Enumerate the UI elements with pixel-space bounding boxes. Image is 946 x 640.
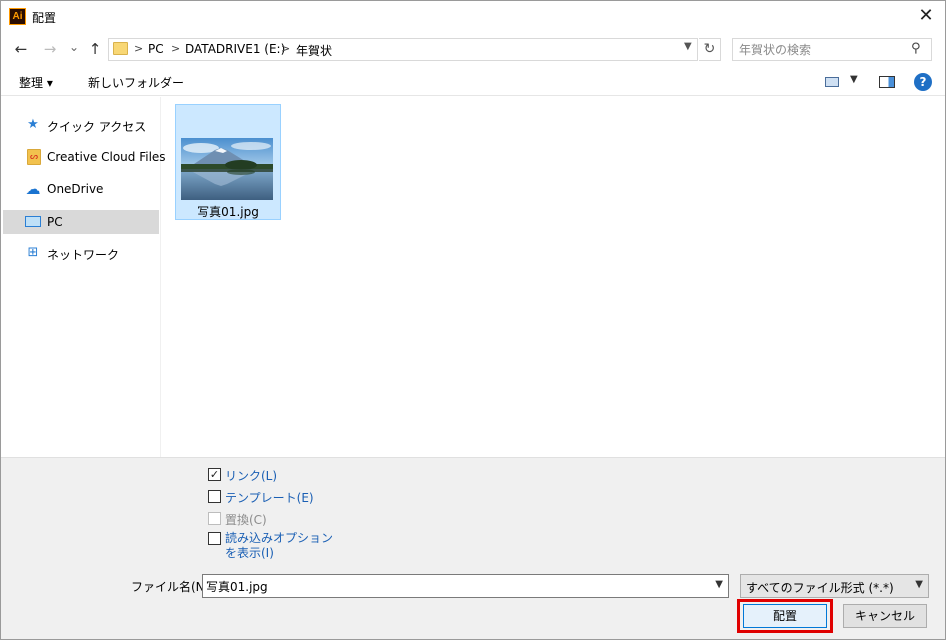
sidebar-item-creative-cloud[interactable]: ᔕ Creative Cloud Files xyxy=(3,145,166,169)
filename-combobox[interactable]: ▼ xyxy=(202,574,729,598)
sidebar-item-pc[interactable]: PC xyxy=(3,210,159,234)
breadcrumb-separator: > xyxy=(281,42,291,55)
sidebar-item-onedrive[interactable]: ☁ OneDrive xyxy=(3,177,159,201)
breadcrumb-separator: > xyxy=(171,42,181,55)
import-options-checkbox[interactable] xyxy=(208,532,221,545)
command-bar: 整理 ▾ 新しいフォルダー ▼ ? xyxy=(1,68,945,96)
forward-button[interactable]: → xyxy=(40,39,60,59)
filetype-select[interactable]: すべてのファイル形式 (*.*) ▼ xyxy=(740,574,929,598)
breadcrumb-separator: > xyxy=(134,42,144,55)
breadcrumb-pc[interactable]: PC xyxy=(148,42,164,56)
star-icon: ★ xyxy=(27,117,39,132)
illustrator-app-icon: Ai xyxy=(9,8,26,25)
search-icon: ⚲ xyxy=(911,41,921,56)
import-options-option[interactable]: 読み込みオプションを表示(I) xyxy=(208,529,348,563)
computer-icon xyxy=(25,216,41,227)
place-button[interactable]: 配置 xyxy=(743,604,827,628)
organize-menu[interactable]: 整理 ▾ xyxy=(19,74,53,91)
close-button[interactable]: ✕ xyxy=(913,4,939,30)
search-input[interactable] xyxy=(739,42,904,58)
new-folder-button[interactable]: 新しいフォルダー xyxy=(88,74,184,91)
file-name: 写真01.jpg xyxy=(197,205,259,219)
up-button[interactable]: ↑ xyxy=(85,39,105,59)
template-checkbox-label: テンプレート(E) xyxy=(225,491,314,505)
template-checkbox[interactable] xyxy=(208,490,221,503)
filename-input[interactable] xyxy=(206,578,696,594)
file-item[interactable]: 写真01.jpg xyxy=(175,104,281,220)
replace-checkbox-label: 置換(C) xyxy=(225,513,267,527)
cloud-icon: ☁ xyxy=(25,180,41,198)
sidebar-item-label: Creative Cloud Files xyxy=(47,150,166,164)
help-icon[interactable]: ? xyxy=(914,73,932,91)
place-dialog: Ai 配置 ✕ ← → ⌄ ↑ > PC > DATADRIVE1 (E:) >… xyxy=(0,0,946,640)
recent-locations-button[interactable]: ⌄ xyxy=(64,37,84,57)
sidebar-item-label: ネットワーク xyxy=(47,248,120,262)
network-icon: ⊞ xyxy=(27,245,39,260)
preview-pane-icon[interactable] xyxy=(879,76,895,88)
sidebar-item-label: PC xyxy=(47,215,63,229)
creative-cloud-folder-icon: ᔕ xyxy=(27,149,41,165)
title-bar: Ai 配置 ✕ xyxy=(1,1,945,32)
chevron-down-icon: ⌄ xyxy=(68,40,80,54)
back-button[interactable]: ← xyxy=(11,39,31,59)
import-options-checkbox-label: 読み込みオプションを表示(I) xyxy=(225,531,334,560)
window-title: 配置 xyxy=(32,11,57,25)
file-list: 写真01.jpg xyxy=(161,97,945,457)
replace-checkbox xyxy=(208,512,221,525)
refresh-button[interactable]: ↻ xyxy=(699,38,721,61)
breadcrumb-drive[interactable]: DATADRIVE1 (E:) xyxy=(185,42,285,56)
navigation-pane: ★ クイック アクセス ᔕ Creative Cloud Files ☁ One… xyxy=(1,97,166,457)
sidebar-item-quick-access[interactable]: ★ クイック アクセス xyxy=(3,113,159,137)
link-checkbox-label: リンク(L) xyxy=(225,469,278,483)
folder-icon xyxy=(113,42,128,55)
dialog-footer: ✓ リンク(L) テンプレート(E) 置換(C) 読み込みオプションを表示(I)… xyxy=(1,457,945,639)
address-bar[interactable]: > PC > DATADRIVE1 (E:) > 年賀状 ▼ xyxy=(108,38,698,61)
chevron-down-icon: ▼ xyxy=(915,579,923,590)
breadcrumb-folder[interactable]: 年賀状 xyxy=(296,42,332,59)
chevron-down-icon[interactable]: ▼ xyxy=(715,579,723,590)
arrow-up-icon: ↑ xyxy=(88,40,102,58)
sidebar-item-label: OneDrive xyxy=(47,182,104,196)
link-checkbox[interactable]: ✓ xyxy=(208,468,221,481)
view-options-icon[interactable] xyxy=(825,77,839,87)
sidebar-item-network[interactable]: ⊞ ネットワーク xyxy=(3,241,159,265)
sidebar-item-label: クイック アクセス xyxy=(47,120,147,134)
search-box[interactable]: ⚲ xyxy=(732,38,932,61)
chevron-down-icon[interactable]: ▼ xyxy=(684,41,692,52)
cancel-button[interactable]: キャンセル xyxy=(843,604,927,628)
refresh-icon: ↻ xyxy=(703,41,716,57)
arrow-left-icon: ← xyxy=(14,40,28,58)
arrow-right-icon: → xyxy=(43,40,57,58)
filetype-value: すべてのファイル形式 (*.*) xyxy=(746,581,894,595)
photo-thumbnail xyxy=(181,138,273,200)
view-dropdown-chevron-icon[interactable]: ▼ xyxy=(850,74,858,85)
close-icon: ✕ xyxy=(918,5,934,26)
